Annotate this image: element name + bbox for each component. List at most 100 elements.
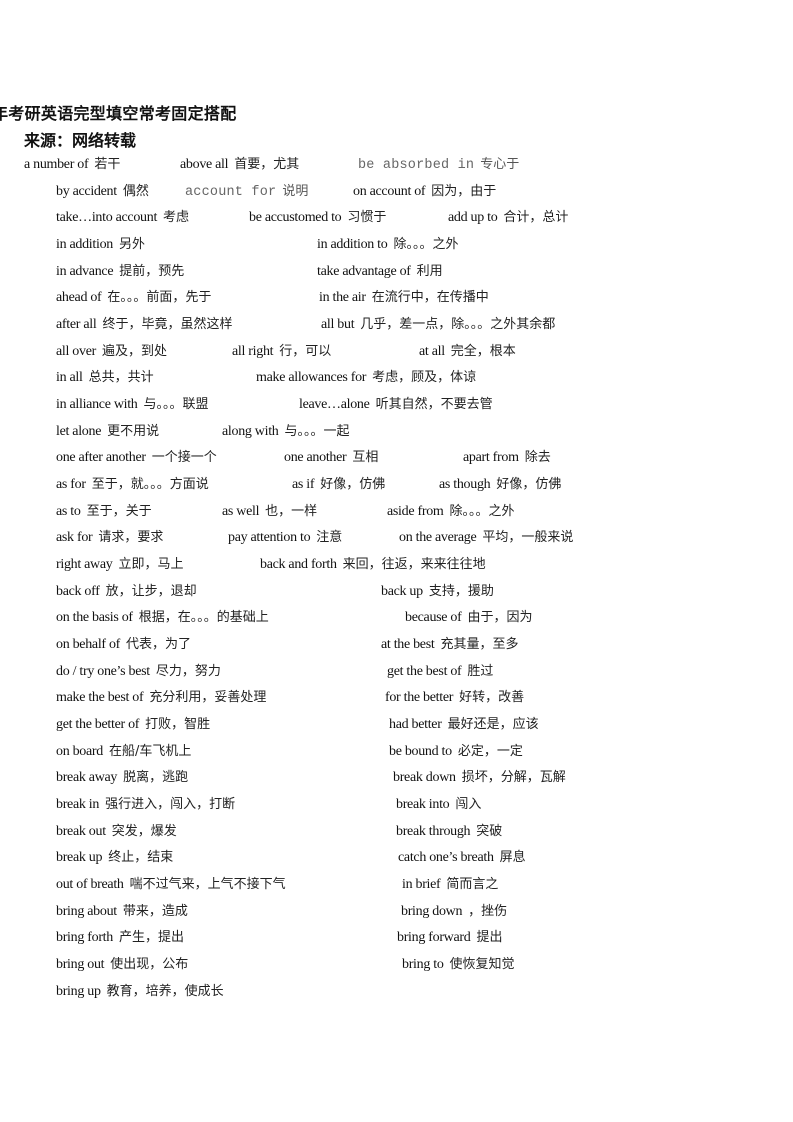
phrase-text: by accident [56, 184, 117, 199]
phrase-row: ask for 请求，要求 pay attention to 注意 on the ave… [0, 527, 793, 549]
phrase-meaning: 突发，爆发 [111, 824, 177, 839]
phrase-text: in brief [402, 877, 441, 892]
phrase-text: be bound to [389, 744, 452, 759]
phrase-meaning: 考虑 [163, 210, 190, 225]
phrase-entry: above all 首要，尤其 [180, 154, 299, 176]
phrase-meaning: 在。。。前面，先于 [107, 290, 212, 305]
phrase-entry: let alone 更不用说 [56, 421, 159, 443]
phrase-meaning: 在流行中，在传播中 [371, 290, 489, 305]
phrase-meaning: 除去 [524, 450, 551, 465]
phrase-entry: at the best 充其量，至多 [381, 634, 518, 656]
phrase-text: get the best of [387, 664, 462, 679]
phrase-meaning: 至于，关于 [86, 504, 152, 519]
phrase-text: as to [56, 504, 81, 519]
phrase-entry: as well 也，一样 [222, 501, 317, 523]
phrase-meaning: 一个接一个 [151, 450, 217, 465]
phrase-entry: as if 好像，仿佛 [292, 474, 385, 496]
phrase-meaning: 带来，造成 [122, 904, 188, 919]
phrase-entry: pay attention to 注意 [228, 527, 342, 549]
phrase-text: a number of [24, 157, 89, 172]
phrase-entry: in brief 简而言之 [402, 874, 498, 896]
phrase-entry: one after another 一个接一个 [56, 447, 217, 469]
phrase-row: in addition 另外 in addition to 除。。。之外 [0, 234, 793, 256]
phrase-entry: do / try one’s best 尽力，努力 [56, 661, 221, 683]
phrase-entry: back up 支持，援助 [381, 581, 494, 603]
phrase-text: at all [419, 344, 445, 359]
phrase-entry: be absorbed in 专心于 [358, 154, 519, 177]
phrase-text: on the basis of [56, 610, 133, 625]
phrase-entry: in the air 在流行中，在传播中 [319, 287, 489, 309]
phrase-entry: add up to 合计，总计 [448, 207, 568, 229]
phrase-row: in advance 提前，预先 take advantage of 利用 [0, 261, 793, 283]
phrase-meaning: 几乎，差一点，除。。。之外其余都 [360, 317, 556, 332]
phrase-row: on the basis of 根据，在。。。的基础上 because of 由于，因… [0, 607, 793, 629]
phrase-entry: break down 损坏，分解，瓦解 [393, 767, 566, 789]
phrase-entry: back off 放，让步，退却 [56, 581, 197, 603]
phrase-row: on board 在船/车飞机上 be bound to 必定，一定 [0, 741, 793, 763]
phrase-text: on the average [399, 530, 477, 545]
phrase-row: bring out 使出现，公布 bring to 使恢复知觉 [0, 954, 793, 976]
phrase-text: as though [439, 477, 491, 492]
phrase-entry: bring about 带来，造成 [56, 901, 188, 923]
phrase-meaning: 若干 [94, 157, 121, 172]
phrase-meaning: 互相 [352, 450, 379, 465]
phrase-meaning: 闯入 [455, 797, 482, 812]
phrase-meaning: 打败，智胜 [145, 717, 211, 732]
phrase-entry: at all 完全，根本 [419, 341, 516, 363]
phrase-meaning: 另外 [118, 237, 145, 252]
phrase-entry: break into 闯入 [396, 794, 481, 816]
phrase-entry: all right 行，可以 [232, 341, 331, 363]
phrase-meaning: 总共，共计 [88, 370, 154, 385]
phrase-meaning: 胜过 [467, 664, 494, 679]
phrase-row: bring up 教育，培养，使成长 [0, 981, 793, 1003]
phrase-row: bring about 带来，造成 bring down ，挫伤 [0, 901, 793, 923]
document-source: 来源：网络转载 [24, 133, 137, 150]
phrase-meaning: 脱离，逃跑 [123, 770, 189, 785]
phrase-entry: in alliance with 与。。。联盟 [56, 394, 209, 416]
phrase-row: take…into account 考虑 be accustomed to 习惯于 ad… [0, 207, 793, 229]
phrase-text: right away [56, 557, 113, 572]
phrase-text: one after another [56, 450, 146, 465]
phrase-meaning: 平均，一般来说 [482, 530, 574, 545]
phrase-meaning: 来回，往返，来来往往地 [342, 557, 486, 572]
phrase-meaning: 终止，结束 [108, 850, 174, 865]
phrase-meaning: 支持，援助 [428, 584, 494, 599]
phrase-entry: in advance 提前，预先 [56, 261, 184, 283]
phrase-entry: back and forth 来回，往返，来来往往地 [260, 554, 486, 576]
phrase-entry: break away 脱离，逃跑 [56, 767, 188, 789]
phrase-entry: break up 终止，结束 [56, 847, 173, 869]
phrase-entry: because of 由于，因为 [405, 607, 532, 629]
phrase-row: as to 至于，关于 as well 也，一样 aside from 除。。。之外 [0, 501, 793, 523]
phrase-text: after all [56, 317, 97, 332]
phrase-entry: on board 在船/车飞机上 [56, 741, 191, 763]
phrase-row: make the best of 充分利用，妥善处理 for the better 好… [0, 687, 793, 709]
phrase-text: break through [396, 824, 471, 839]
phrase-text: be absorbed in [358, 158, 475, 173]
phrase-entry: by accident 偶然 [56, 181, 149, 203]
phrase-row: do / try one’s best 尽力，努力 get the best of 胜… [0, 661, 793, 683]
phrase-meaning: 请求，要求 [98, 530, 164, 545]
phrase-entry: break out 突发，爆发 [56, 821, 177, 843]
phrase-entry: out of breath 喘不过气来，上气不接下气 [56, 874, 286, 896]
phrase-entry: break through 突破 [396, 821, 502, 843]
phrase-text: ahead of [56, 290, 102, 305]
phrase-entry: apart from 除去 [463, 447, 551, 469]
phrase-entry: get the best of 胜过 [387, 661, 493, 683]
phrase-entry: make the best of 充分利用，妥善处理 [56, 687, 266, 709]
phrase-entry: be bound to 必定，一定 [389, 741, 523, 763]
phrase-text: all right [232, 344, 274, 359]
phrase-meaning: 使出现，公布 [110, 957, 189, 972]
phrase-meaning: 也，一样 [265, 504, 318, 519]
phrase-text: in addition [56, 237, 113, 252]
phrase-entry: be accustomed to 习惯于 [249, 207, 386, 229]
phrase-meaning: 放，让步，退却 [105, 584, 197, 599]
phrase-meaning: 至于，就。。。方面说 [91, 477, 209, 492]
phrase-text: as well [222, 504, 260, 519]
phrase-meaning: 简而言之 [446, 877, 499, 892]
phrase-text: break away [56, 770, 118, 785]
phrase-entry: take advantage of 利用 [317, 261, 443, 283]
phrase-row: out of breath 喘不过气来，上气不接下气 in brief 简而言之 [0, 874, 793, 896]
phrase-row: back off 放，让步，退却 back up 支持，援助 [0, 581, 793, 603]
phrase-entry: get the better of 打败，智胜 [56, 714, 210, 736]
phrase-meaning: 根据，在。。。的基础上 [138, 610, 269, 625]
